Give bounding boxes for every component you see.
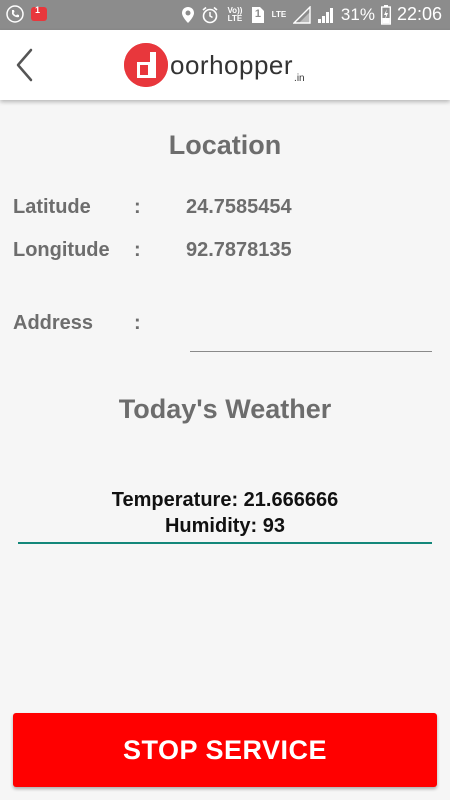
battery-charging-icon: [380, 4, 391, 25]
lte-icon: LTE: [271, 9, 287, 19]
logo-d-icon: [124, 43, 168, 87]
battery-percent: 31%: [340, 4, 375, 24]
app-bar: oorhopper .in: [0, 30, 450, 100]
longitude-label: Longitude: [13, 239, 110, 261]
status-time: 22:06: [396, 4, 442, 24]
back-arrow-icon: [16, 48, 33, 82]
status-bar: 1 Vo)) LTE 1 LTE 31% 22:06: [0, 0, 450, 30]
notification-badge: 1: [35, 5, 41, 15]
latitude-value: 24.7585454: [186, 196, 292, 218]
weather-title: Today's Weather: [118, 394, 332, 424]
sim-card-number: 1: [254, 7, 261, 20]
doorhopper-logo: oorhopper .in: [124, 42, 305, 88]
phone-call-icon: [6, 5, 24, 23]
volte-icon: Vo)) LTE: [227, 5, 243, 23]
logo-text: oorhopper: [170, 49, 294, 80]
back-button[interactable]: [8, 44, 42, 86]
location-title: Location: [168, 130, 282, 160]
weather-underline: [18, 542, 432, 544]
address-label: Address: [13, 312, 94, 334]
humidity-text: Humidity: 93: [164, 515, 286, 537]
signal-strength-icon-2: [317, 6, 335, 24]
location-pin-icon: [181, 6, 195, 24]
address-value-field: [190, 351, 432, 352]
signal-strength-icon: [292, 5, 311, 24]
longitude-colon: :: [134, 239, 141, 261]
address-colon: :: [134, 312, 141, 334]
logo-suffix: .in: [294, 73, 305, 84]
weather-info: Temperature: 21.666666 Humidity: 93: [18, 487, 432, 539]
latitude-colon: :: [134, 196, 141, 218]
temperature-text: Temperature: 21.666666: [111, 489, 339, 511]
sim-card-icon: 1: [251, 6, 265, 24]
stop-service-button[interactable]: STOP SERVICE: [13, 713, 437, 787]
alarm-clock-icon: [201, 6, 219, 24]
longitude-value: 92.7878135: [186, 239, 292, 261]
latitude-label: Latitude: [13, 196, 91, 218]
